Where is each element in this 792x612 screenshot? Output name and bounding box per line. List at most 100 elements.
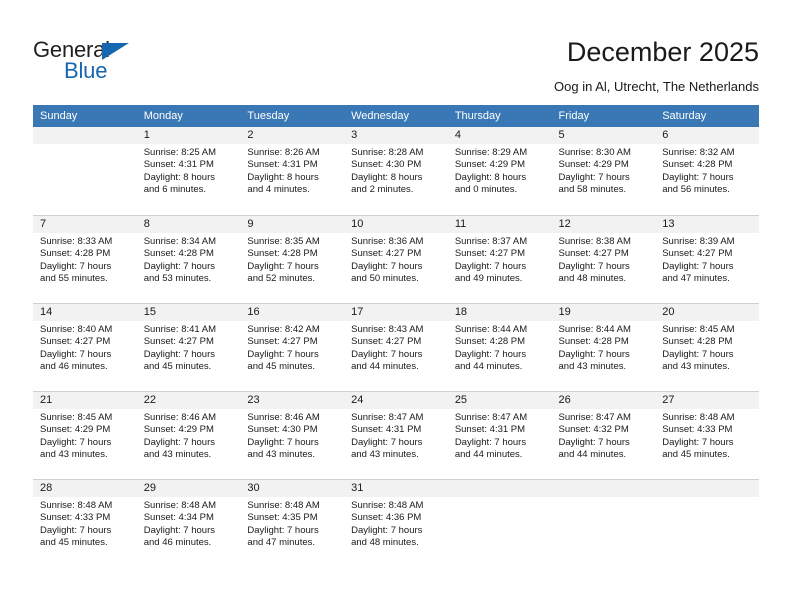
calendar-day-cell[interactable]: 16 Sunrise: 8:42 AM Sunset: 4:27 PM Dayl… (240, 303, 345, 391)
sunrise-text: Sunrise: 8:40 AM (40, 324, 113, 335)
daylight-text-line1: Daylight: 7 hours (40, 524, 112, 536)
sunrise-text: Sunrise: 8:47 AM (558, 412, 631, 423)
calendar-day-cell[interactable]: 15 Sunrise: 8:41 AM Sunset: 4:27 PM Dayl… (136, 303, 241, 391)
calendar-day-cell[interactable]: 13 Sunrise: 8:39 AM Sunset: 4:27 PM Dayl… (655, 215, 759, 303)
calendar-day-cell[interactable]: 2 Sunrise: 8:26 AM Sunset: 4:31 PM Dayli… (240, 127, 345, 215)
calendar-day-cell[interactable]: 12 Sunrise: 8:38 AM Sunset: 4:27 PM Dayl… (551, 215, 656, 303)
sunset-text: Sunset: 4:34 PM (143, 512, 214, 524)
sunrise-text: Sunrise: 8:47 AM (454, 412, 528, 423)
calendar-day-cell[interactable]: 4 Sunrise: 8:29 AM Sunset: 4:29 PM Dayli… (447, 127, 552, 215)
calendar-day-cell[interactable]: 31 Sunrise: 8:48 AM Sunset: 4:36 PM Dayl… (344, 479, 448, 567)
daylight-text-line2: and 47 minutes. (662, 272, 730, 284)
calendar-day-cell[interactable]: 25 Sunrise: 8:47 AM Sunset: 4:31 PM Dayl… (447, 391, 552, 479)
daylight-text-line1: Daylight: 7 hours (662, 260, 734, 272)
daylight-text-line2: and 45 minutes. (40, 536, 108, 548)
daylight-text-line1: Daylight: 8 hours (454, 171, 527, 183)
daylight-text-line2: and 43 minutes. (247, 448, 316, 460)
daylight-text-line2: and 4 minutes. (247, 183, 310, 195)
daylight-text-line1: Daylight: 7 hours (247, 436, 319, 448)
calendar-day-cell[interactable]: 26 Sunrise: 8:47 AM Sunset: 4:32 PM Dayl… (551, 391, 656, 479)
calendar-week-row: 21 Sunrise: 8:45 AM Sunset: 4:29 PM Dayl… (33, 391, 759, 479)
calendar-day-cell[interactable]: 27 Sunrise: 8:48 AM Sunset: 4:33 PM Dayl… (655, 391, 759, 479)
calendar-day-cell[interactable]: 30 Sunrise: 8:48 AM Sunset: 4:35 PM Dayl… (240, 479, 345, 567)
daylight-text-line2: and 43 minutes. (662, 360, 730, 372)
day-details (33, 144, 137, 147)
calendar-day-cell[interactable] (551, 479, 656, 567)
sunrise-text: Sunrise: 8:26 AM (247, 147, 320, 158)
general-blue-logo[interactable]: General Blue (33, 38, 163, 86)
day-details (655, 497, 759, 500)
day-number: 9 (240, 216, 345, 233)
day-number: 6 (655, 127, 759, 144)
weekday-header-sunday: Sunday (33, 105, 137, 127)
calendar-day-cell[interactable]: 19 Sunrise: 8:44 AM Sunset: 4:28 PM Dayl… (551, 303, 656, 391)
calendar-day-cell[interactable]: 7 Sunrise: 8:33 AM Sunset: 4:28 PM Dayli… (33, 215, 137, 303)
calendar-day-cell[interactable] (33, 127, 137, 215)
day-number: 1 (136, 127, 241, 144)
calendar-day-cell[interactable]: 14 Sunrise: 8:40 AM Sunset: 4:27 PM Dayl… (33, 303, 137, 391)
calendar-day-cell[interactable]: 23 Sunrise: 8:46 AM Sunset: 4:30 PM Dayl… (240, 391, 345, 479)
calendar-day-cell[interactable] (447, 479, 552, 567)
calendar-day-cell[interactable]: 24 Sunrise: 8:47 AM Sunset: 4:31 PM Dayl… (344, 391, 448, 479)
daylight-text-line2: and 50 minutes. (351, 272, 419, 284)
day-details: Sunrise: 8:39 AM Sunset: 4:27 PM Dayligh… (655, 233, 759, 285)
calendar-day-cell[interactable]: 9 Sunrise: 8:35 AM Sunset: 4:28 PM Dayli… (240, 215, 345, 303)
calendar-day-cell[interactable]: 6 Sunrise: 8:32 AM Sunset: 4:28 PM Dayli… (655, 127, 759, 215)
sunset-text: Sunset: 4:31 PM (351, 424, 422, 436)
sunset-text: Sunset: 4:33 PM (40, 512, 111, 524)
daylight-text-line1: Daylight: 7 hours (558, 436, 630, 448)
calendar-day-cell[interactable]: 8 Sunrise: 8:34 AM Sunset: 4:28 PM Dayli… (136, 215, 241, 303)
calendar-day-cell[interactable]: 5 Sunrise: 8:30 AM Sunset: 4:29 PM Dayli… (551, 127, 656, 215)
calendar-day-cell[interactable]: 29 Sunrise: 8:48 AM Sunset: 4:34 PM Dayl… (136, 479, 241, 567)
calendar-header-row: Sunday Monday Tuesday Wednesday Thursday… (33, 105, 759, 127)
daylight-text-line1: Daylight: 7 hours (351, 524, 423, 536)
day-number: 27 (655, 392, 759, 409)
page-title: December 2025 (566, 37, 759, 67)
sunrise-text: Sunrise: 8:39 AM (662, 236, 735, 247)
sunset-text: Sunset: 4:28 PM (558, 336, 629, 348)
sunset-text: Sunset: 4:28 PM (454, 336, 526, 348)
calendar-day-cell[interactable]: 11 Sunrise: 8:37 AM Sunset: 4:27 PM Dayl… (447, 215, 552, 303)
sunrise-text: Sunrise: 8:44 AM (454, 324, 528, 335)
day-number: 29 (136, 480, 241, 497)
daylight-text-line1: Daylight: 7 hours (662, 436, 734, 448)
day-details: Sunrise: 8:47 AM Sunset: 4:32 PM Dayligh… (552, 409, 656, 461)
sunset-text: Sunset: 4:29 PM (143, 424, 214, 436)
day-number (655, 480, 759, 497)
calendar-day-cell[interactable]: 22 Sunrise: 8:46 AM Sunset: 4:29 PM Dayl… (136, 391, 241, 479)
calendar-day-cell[interactable]: 17 Sunrise: 8:43 AM Sunset: 4:27 PM Dayl… (344, 303, 448, 391)
calendar-day-cell[interactable] (655, 479, 759, 567)
sunrise-text: Sunrise: 8:46 AM (143, 412, 217, 423)
daylight-text-line2: and 52 minutes. (247, 272, 316, 284)
calendar-week-row: 7 Sunrise: 8:33 AM Sunset: 4:28 PM Dayli… (33, 215, 759, 303)
sunset-text: Sunset: 4:30 PM (247, 424, 318, 436)
calendar-day-cell[interactable]: 18 Sunrise: 8:44 AM Sunset: 4:28 PM Dayl… (447, 303, 552, 391)
calendar-day-cell[interactable]: 21 Sunrise: 8:45 AM Sunset: 4:29 PM Dayl… (33, 391, 137, 479)
calendar-day-cell[interactable]: 3 Sunrise: 8:28 AM Sunset: 4:30 PM Dayli… (344, 127, 448, 215)
day-details: Sunrise: 8:45 AM Sunset: 4:29 PM Dayligh… (33, 409, 137, 461)
calendar-day-cell[interactable]: 1 Sunrise: 8:25 AM Sunset: 4:31 PM Dayli… (136, 127, 241, 215)
calendar-day-cell[interactable]: 28 Sunrise: 8:48 AM Sunset: 4:33 PM Dayl… (33, 479, 137, 567)
daylight-text-line2: and 53 minutes. (143, 272, 212, 284)
sunrise-text: Sunrise: 8:41 AM (143, 324, 217, 335)
day-details: Sunrise: 8:38 AM Sunset: 4:27 PM Dayligh… (552, 233, 656, 285)
day-details: Sunrise: 8:40 AM Sunset: 4:27 PM Dayligh… (33, 321, 137, 373)
day-number: 15 (136, 304, 241, 321)
day-number: 31 (344, 480, 448, 497)
daylight-text-line1: Daylight: 7 hours (143, 436, 215, 448)
sunrise-text: Sunrise: 8:48 AM (351, 500, 424, 511)
daylight-text-line1: Daylight: 7 hours (454, 436, 527, 448)
daylight-text-line1: Daylight: 7 hours (662, 171, 734, 183)
sunrise-text: Sunrise: 8:48 AM (40, 500, 113, 511)
day-details: Sunrise: 8:48 AM Sunset: 4:33 PM Dayligh… (33, 497, 137, 549)
day-number: 21 (33, 392, 137, 409)
daylight-text-line1: Daylight: 7 hours (558, 348, 630, 360)
daylight-text-line2: and 43 minutes. (40, 448, 108, 460)
sunset-text: Sunset: 4:28 PM (662, 159, 733, 171)
calendar-day-cell[interactable]: 10 Sunrise: 8:36 AM Sunset: 4:27 PM Dayl… (344, 215, 448, 303)
sunrise-text: Sunrise: 8:48 AM (143, 500, 217, 511)
daylight-text-line1: Daylight: 8 hours (247, 171, 319, 183)
sunrise-text: Sunrise: 8:47 AM (351, 412, 424, 423)
sunset-text: Sunset: 4:27 PM (247, 336, 318, 348)
calendar-day-cell[interactable]: 20 Sunrise: 8:45 AM Sunset: 4:28 PM Dayl… (655, 303, 759, 391)
